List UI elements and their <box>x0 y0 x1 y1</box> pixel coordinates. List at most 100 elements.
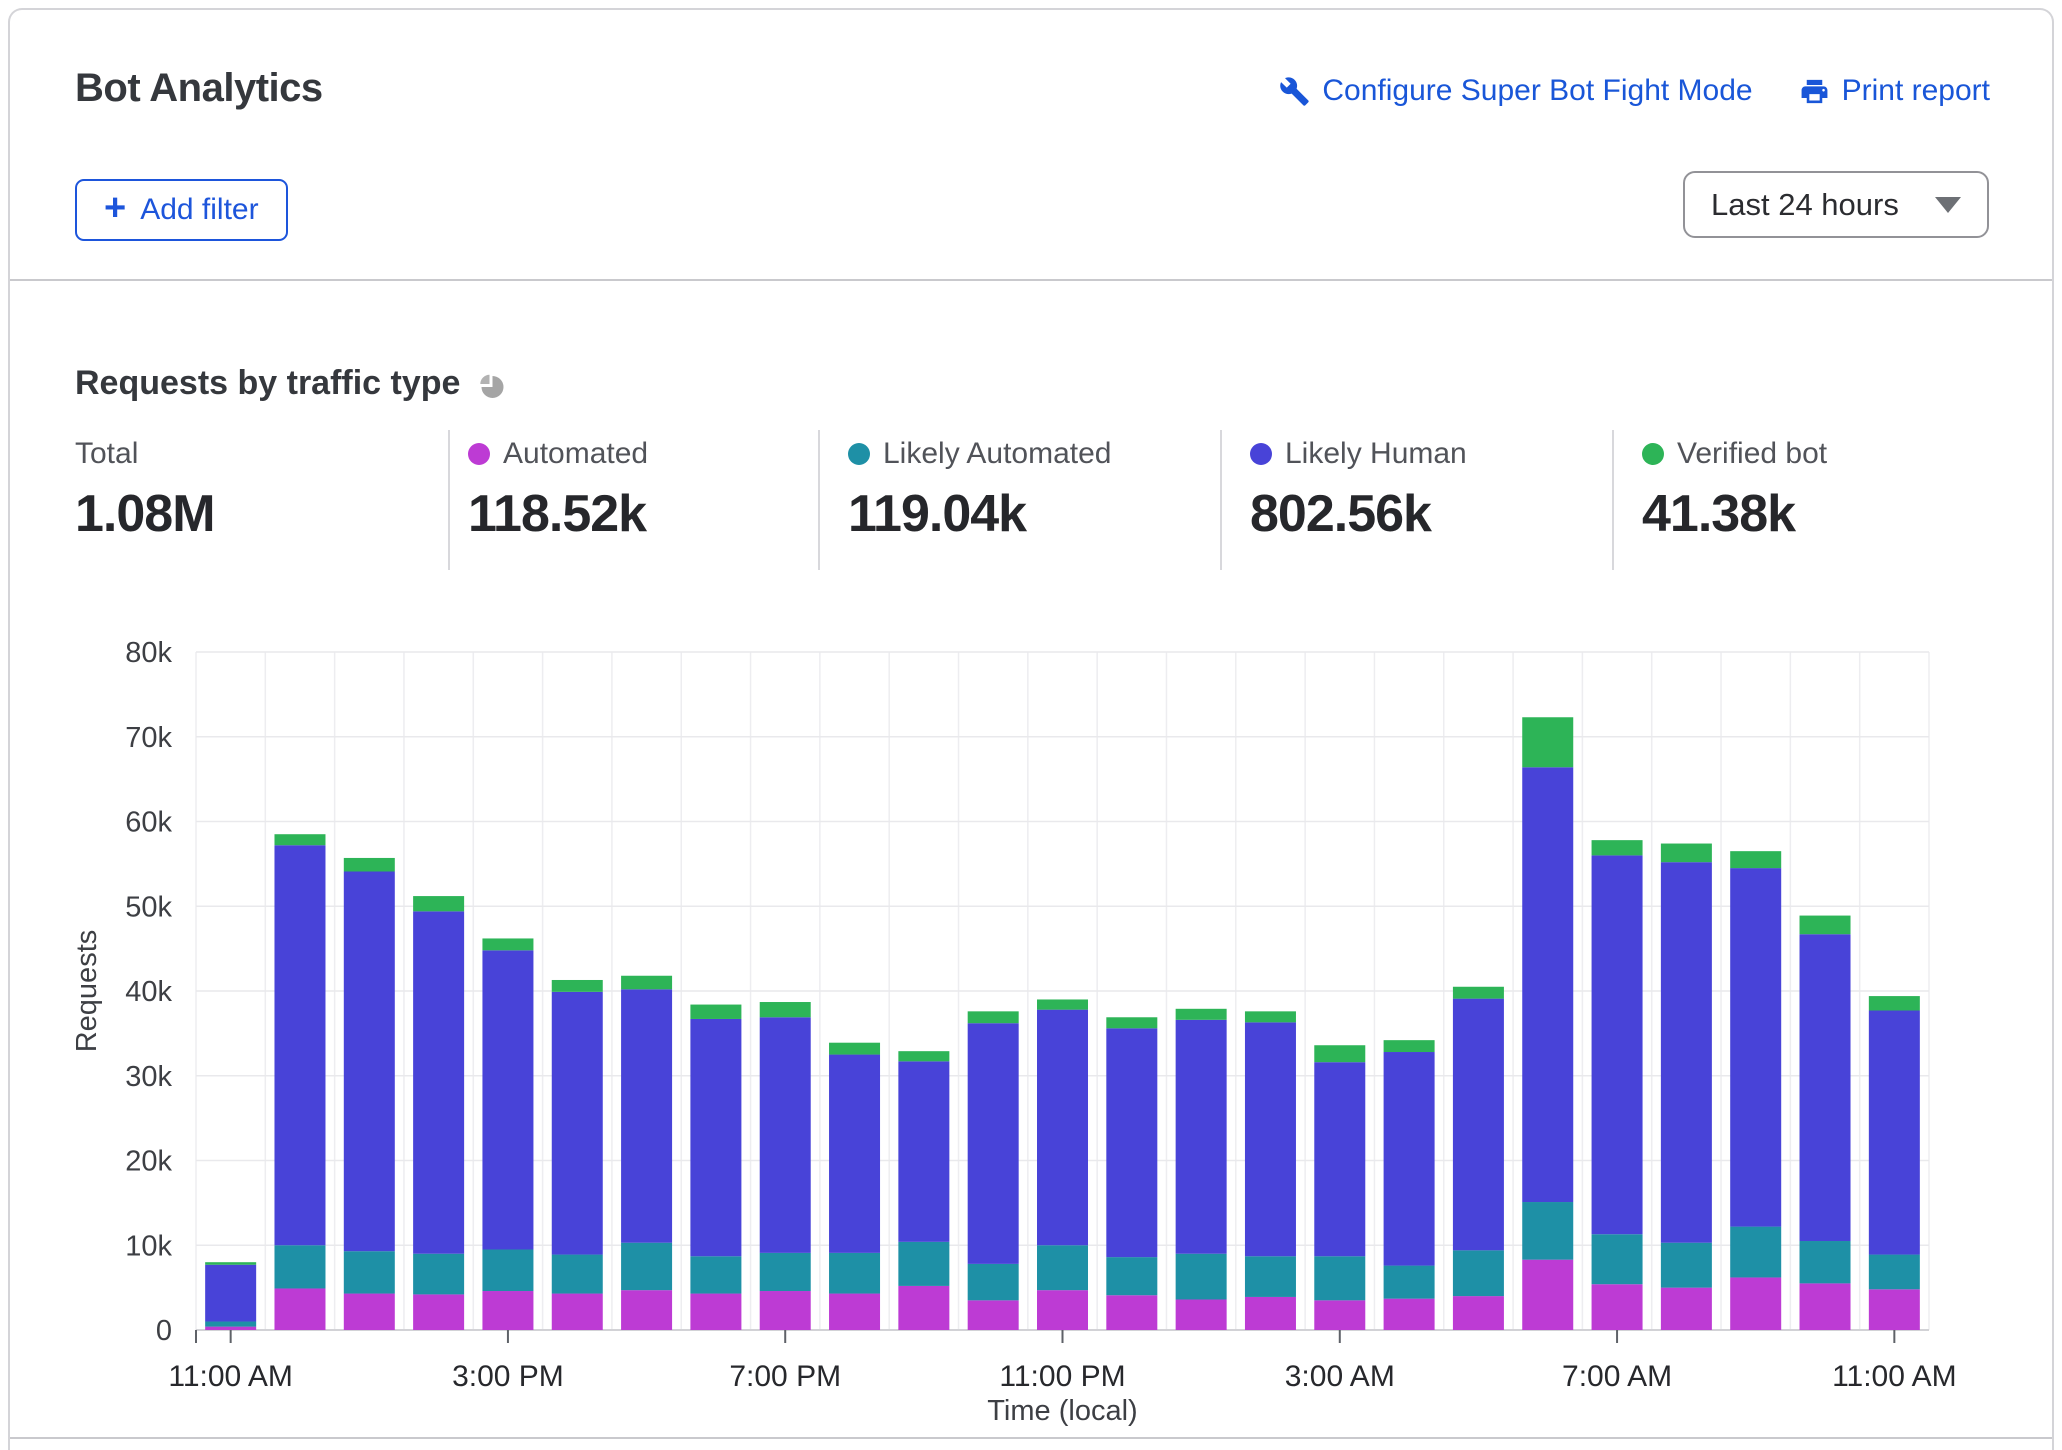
bar-1-00-am[interactable] <box>1176 1009 1227 1330</box>
bar-segment-automated <box>1730 1277 1781 1330</box>
bar-11-00-pm[interactable] <box>1037 999 1088 1330</box>
y-axis-tick-label: 60k <box>125 807 172 839</box>
bar-segment-likely-automated <box>1384 1266 1435 1299</box>
configure-link-label: Configure Super Bot Fight Mode <box>1322 74 1752 108</box>
bar-segment-likely-human <box>1800 934 1851 1241</box>
bar-segment-verified-bot <box>205 1262 256 1265</box>
bar-segment-verified-bot <box>1661 844 1712 863</box>
bar-segment-likely-human <box>1245 1022 1296 1256</box>
bar-12-00-pm[interactable] <box>274 834 325 1330</box>
bar-segment-verified-bot <box>1800 916 1851 935</box>
bar-segment-verified-bot <box>482 938 533 950</box>
bar-segment-verified-bot <box>968 1011 1019 1023</box>
bar-10-00-am[interactable] <box>1800 916 1851 1330</box>
bar-segment-likely-automated <box>1037 1245 1088 1290</box>
bar-10-00-pm[interactable] <box>968 1011 1019 1330</box>
bar-7-00-am[interactable] <box>1592 840 1643 1330</box>
stat-divider <box>1612 430 1614 570</box>
print-report-link[interactable]: Print report <box>1799 74 1990 108</box>
stat-automated[interactable]: Automated 118.52k <box>468 438 648 544</box>
bar-segment-likely-automated <box>1106 1257 1157 1295</box>
stat-likely-human-label: Likely Human <box>1285 437 1467 471</box>
bar-segment-likely-human <box>898 1061 949 1242</box>
bar-segment-verified-bot <box>552 980 603 992</box>
bar-segment-verified-bot <box>898 1051 949 1061</box>
bar-segment-likely-human <box>205 1265 256 1322</box>
stat-total-value: 1.08M <box>75 484 215 544</box>
bar-8-00-am[interactable] <box>1661 844 1712 1330</box>
configure-super-bot-fight-mode-link[interactable]: Configure Super Bot Fight Mode <box>1279 74 1752 108</box>
time-range-dropdown[interactable]: Last 24 hours <box>1683 171 1989 238</box>
bar-6-00-am[interactable] <box>1522 717 1573 1330</box>
bar-segment-verified-bot <box>1106 1017 1157 1028</box>
print-link-label: Print report <box>1842 74 1990 108</box>
bar-segment-verified-bot <box>1384 1040 1435 1052</box>
stat-verified-bot[interactable]: Verified bot 41.38k <box>1642 438 1827 544</box>
time-range-value: Last 24 hours <box>1711 187 1899 223</box>
bar-segment-automated <box>1522 1260 1573 1330</box>
bar-segment-verified-bot <box>829 1043 880 1055</box>
bar-segment-likely-human <box>1384 1052 1435 1266</box>
bar-2-00-am[interactable] <box>1245 1011 1296 1330</box>
bar-segment-likely-automated <box>690 1256 741 1293</box>
x-axis-tick-label: 7:00 AM <box>1562 1360 1672 1393</box>
bar-segment-automated <box>829 1294 880 1330</box>
bar-segment-likely-automated <box>552 1255 603 1294</box>
bar-segment-automated <box>1800 1283 1851 1330</box>
bar-3-00-am[interactable] <box>1314 1045 1365 1330</box>
y-axis-tick-label: 0 <box>156 1315 172 1347</box>
bar-segment-likely-automated <box>344 1251 395 1293</box>
bar-segment-likely-human <box>344 872 395 1252</box>
bar-11-00-am[interactable] <box>205 1262 256 1330</box>
bar-segment-verified-bot <box>621 976 672 990</box>
bar-5-00-am[interactable] <box>1453 987 1504 1330</box>
stat-likely-human[interactable]: Likely Human 802.56k <box>1250 438 1467 544</box>
bar-segment-likely-human <box>621 989 672 1242</box>
add-filter-button[interactable]: + Add filter <box>75 179 288 241</box>
bar-segment-automated <box>205 1327 256 1330</box>
y-axis-tick-label: 80k <box>125 637 172 669</box>
stat-likely-automated-label: Likely Automated <box>883 437 1111 471</box>
bar-segment-verified-bot <box>344 858 395 872</box>
bar-segment-likely-automated <box>482 1249 533 1291</box>
bar-2-00-pm[interactable] <box>413 896 464 1330</box>
bar-segment-likely-automated <box>274 1245 325 1288</box>
bar-segment-likely-automated <box>1730 1227 1781 1278</box>
bar-1-00-pm[interactable] <box>344 858 395 1330</box>
bar-segment-likely-automated <box>1522 1202 1573 1260</box>
stat-verified-bot-value: 41.38k <box>1642 484 1827 544</box>
bar-4-00-pm[interactable] <box>552 980 603 1330</box>
bar-11-00-am[interactable] <box>1869 996 1920 1330</box>
bar-5-00-pm[interactable] <box>621 976 672 1330</box>
bar-3-00-pm[interactable] <box>482 938 533 1330</box>
bar-7-00-pm[interactable] <box>760 1002 811 1330</box>
bar-segment-likely-human <box>552 992 603 1255</box>
bar-segment-verified-bot <box>1522 717 1573 767</box>
stat-likely-automated[interactable]: Likely Automated 119.04k <box>848 438 1111 544</box>
likely-automated-legend-dot <box>848 443 870 465</box>
stat-automated-value: 118.52k <box>468 484 648 544</box>
y-axis-tick-label: 70k <box>125 722 172 754</box>
bar-segment-likely-human <box>1106 1028 1157 1257</box>
bar-12-00-am[interactable] <box>1106 1017 1157 1330</box>
bar-segment-automated <box>1592 1284 1643 1330</box>
bar-segment-likely-automated <box>968 1264 1019 1300</box>
bar-segment-likely-human <box>482 950 533 1249</box>
bar-6-00-pm[interactable] <box>690 1005 741 1330</box>
bar-segment-automated <box>968 1300 1019 1330</box>
header-actions: Configure Super Bot Fight Mode Print rep… <box>1279 74 1990 108</box>
bar-segment-likely-automated <box>898 1242 949 1286</box>
stat-automated-label: Automated <box>503 437 648 471</box>
bar-8-00-pm[interactable] <box>829 1043 880 1330</box>
bar-segment-verified-bot <box>690 1005 741 1019</box>
bar-segment-likely-human <box>413 911 464 1253</box>
bar-segment-likely-human <box>1176 1020 1227 1254</box>
bar-segment-verified-bot <box>1453 987 1504 999</box>
bar-9-00-pm[interactable] <box>898 1051 949 1330</box>
bar-segment-likely-automated <box>1245 1256 1296 1297</box>
bar-9-00-am[interactable] <box>1730 851 1781 1330</box>
stat-likely-human-value: 802.56k <box>1250 484 1467 544</box>
bar-4-00-am[interactable] <box>1384 1040 1435 1330</box>
bar-segment-likely-automated <box>760 1253 811 1291</box>
bar-segment-automated <box>690 1294 741 1330</box>
